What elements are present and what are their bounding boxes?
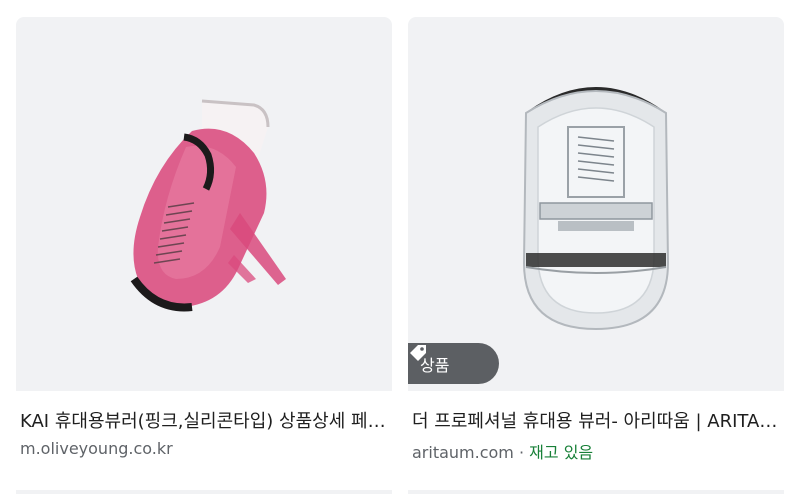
next-row-divider-left [16,490,392,494]
result-card-2[interactable]: 상품 더 프로페셔널 휴대용 뷰러- 아리따움 | ARITAUM aritau… [408,17,784,462]
result-meta-1: m.oliveyoung.co.kr [20,439,388,458]
result-source-2[interactable]: aritaum.com [412,443,514,462]
meta-separator: · [518,443,525,462]
result-title-2[interactable]: 더 프로페셔널 휴대용 뷰러- 아리따움 | ARITAUM [412,407,780,433]
pink-eyelash-curler-image [130,99,286,312]
result-meta-2: aritaum.com · 재고 있음 [412,439,780,463]
result-title-1[interactable]: KAI 휴대용뷰러(핑크,실리콘타입) 상품상세 페이지 [20,407,388,433]
result-thumbnail-2[interactable]: 상품 [408,17,784,391]
clear-eyelash-curler-image [522,87,670,331]
result-card-1[interactable]: KAI 휴대용뷰러(핑크,실리콘타입) 상품상세 페이지 m.oliveyoun… [16,17,392,458]
tag-icon [410,345,426,361]
product-badge: 상품 [408,343,499,384]
result-thumbnail-1[interactable] [16,17,392,391]
stock-status: 재고 있음 [529,443,594,462]
result-source-1[interactable]: m.oliveyoung.co.kr [20,439,173,458]
next-row-divider-right [408,490,784,494]
